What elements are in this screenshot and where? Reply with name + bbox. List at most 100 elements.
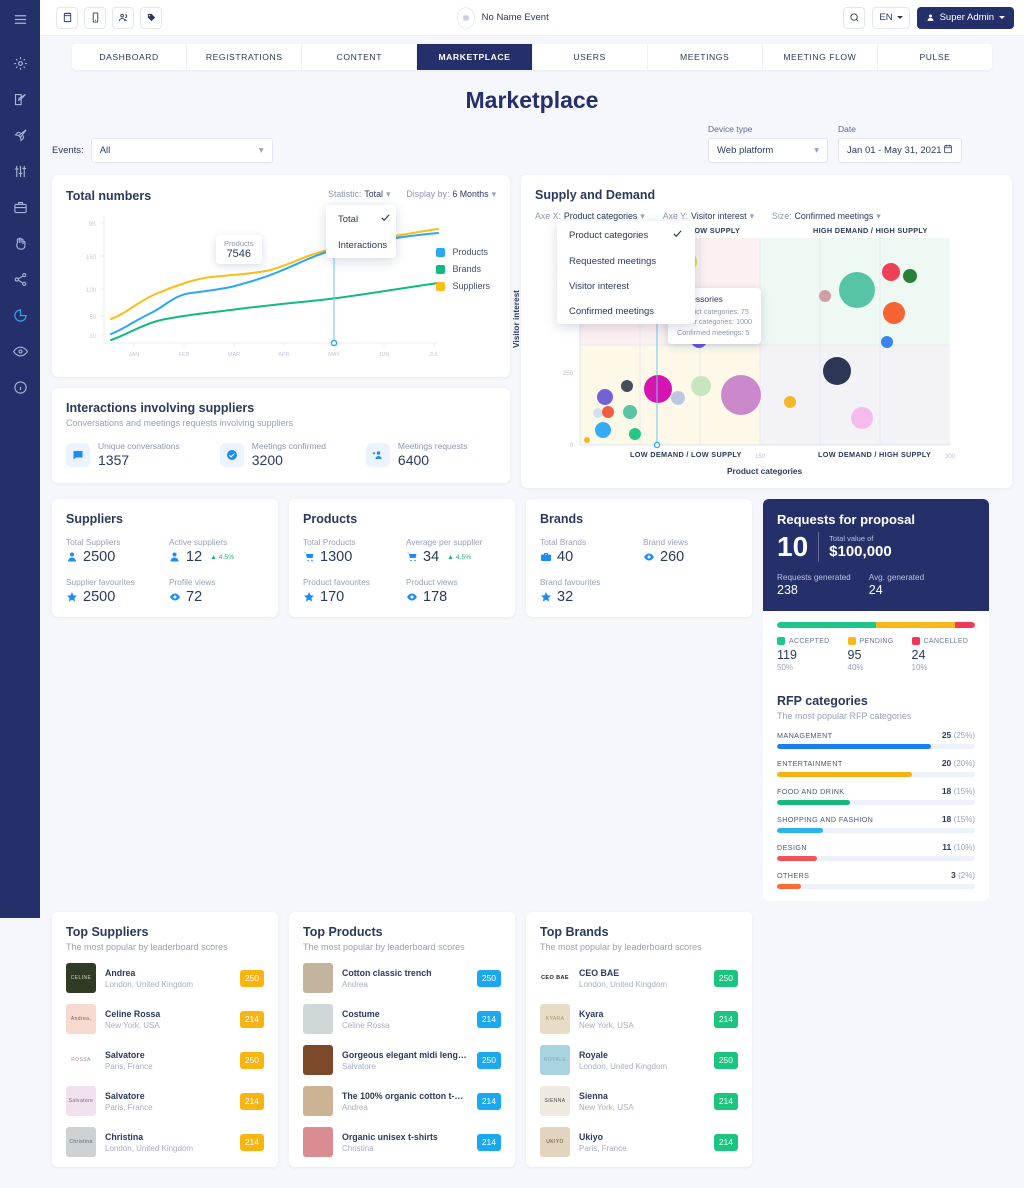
edit-icon[interactable] xyxy=(9,88,31,110)
share-icon[interactable] xyxy=(9,268,31,290)
people-icon[interactable] xyxy=(112,6,134,29)
size-select[interactable]: Size: Confirmed meetings ▾ xyxy=(772,211,881,222)
metric-value: 238 xyxy=(777,583,798,597)
brands-card: Brands Total Brands 40 Brand views 260 B… xyxy=(526,499,752,617)
menu-icon[interactable] xyxy=(9,8,31,30)
list-item[interactable]: Gorgeous elegant midi length dressSalvat… xyxy=(303,1045,501,1075)
size-label: Size: xyxy=(771,211,792,221)
category-pct: (25%) xyxy=(953,731,975,740)
axe-x-dropdown[interactable]: Product categories Requested meetings Vi… xyxy=(557,221,695,324)
avatar: Andrea, xyxy=(66,1004,96,1034)
stat-delta: ▲ 4.5% xyxy=(210,553,235,561)
category-pct: (2%) xyxy=(958,871,975,880)
list-item[interactable]: The 100% organic cotton t-shirt Andrea 214 xyxy=(303,1086,501,1116)
info-icon[interactable] xyxy=(9,376,31,398)
dropdown-item-interactions[interactable]: Interactions xyxy=(326,233,396,258)
tab-marketplace[interactable]: MARKETPLACE xyxy=(417,44,533,70)
metric-label: Requests generated xyxy=(777,573,851,582)
avatar xyxy=(303,1127,333,1157)
rocket-icon[interactable] xyxy=(9,124,31,146)
events-select[interactable]: All ▾ xyxy=(90,138,273,163)
star-icon xyxy=(66,591,78,603)
list-item[interactable]: KYARA Kyara New York, USA 214 xyxy=(540,1004,738,1034)
list-item[interactable]: Costume Celine Rossa 214 xyxy=(303,1004,501,1034)
display-by-select[interactable]: Display by: 6 Months ▾ xyxy=(406,189,496,200)
tab-meeting-flow[interactable]: MEETING FLOW xyxy=(763,44,878,70)
check-circle-icon xyxy=(219,442,244,467)
list-item[interactable]: SIENNA Sienna New York, USA 214 xyxy=(540,1086,738,1116)
legend-label: Brands xyxy=(452,264,481,274)
person-icon xyxy=(66,551,78,563)
dropdown-item-product-categories[interactable]: Product categories xyxy=(557,221,695,249)
item-name: Costume xyxy=(342,1008,380,1019)
calendar-icon[interactable] xyxy=(56,6,78,29)
list-item[interactable]: Christina Christina London, United Kingdom… xyxy=(66,1127,264,1157)
category-bar xyxy=(777,800,851,805)
device-select[interactable]: Web platform ▾ xyxy=(708,138,828,163)
products-title: Products xyxy=(303,512,358,526)
date-filter: Date Jan 01 - May 31, 2021 xyxy=(838,124,962,163)
chevron-down-icon: ▾ xyxy=(876,211,881,221)
item-name: Sienna xyxy=(579,1090,608,1101)
check-icon xyxy=(672,228,683,242)
gear-icon[interactable] xyxy=(9,52,31,74)
dropdown-item-total[interactable]: Total xyxy=(326,205,396,233)
hand-icon[interactable] xyxy=(9,232,31,254)
event-selector[interactable]: No Name Event xyxy=(162,6,843,29)
tab-content[interactable]: CONTENT xyxy=(302,44,418,70)
item-location: Salvatore xyxy=(342,1061,376,1071)
avatar: UKIYO xyxy=(540,1127,570,1157)
top-products-title: Top Products xyxy=(303,925,383,939)
list-item[interactable]: Cotton classic trench Andrea 250 xyxy=(303,963,501,993)
supply-demand-card: Supply and Demand Axe X: Product categori… xyxy=(511,175,1012,488)
dropdown-label: Requested meetings xyxy=(569,256,657,267)
svg-text:MAY: MAY xyxy=(328,352,340,358)
tab-registrations[interactable]: REGISTRATIONS xyxy=(187,44,303,70)
chevron-down-icon: ▾ xyxy=(258,145,264,156)
list-item[interactable]: Organic unisex t-shirts Christina 214 xyxy=(303,1127,501,1157)
list-item[interactable]: CELINE Andrea London, United Kingdom 250 xyxy=(66,963,264,993)
language-selector[interactable]: EN xyxy=(872,6,910,29)
category-name: OTHERS xyxy=(777,871,810,880)
statistic-label: Statistic: xyxy=(328,189,362,199)
tab-meetings[interactable]: MEETINGS xyxy=(648,44,763,70)
tab-users[interactable]: USERS xyxy=(533,44,648,70)
item-location: Andrea xyxy=(342,979,368,989)
pie-icon[interactable] xyxy=(9,304,31,326)
suppliers-card: Suppliers Total Suppliers 2500 Active su… xyxy=(52,499,278,617)
search-icon[interactable] xyxy=(843,6,866,29)
stat-value: 32 xyxy=(557,589,574,605)
statistic-dropdown[interactable]: Total Interactions xyxy=(326,205,396,258)
eye-icon[interactable] xyxy=(9,340,31,362)
date-select[interactable]: Jan 01 - May 31, 2021 xyxy=(838,138,962,163)
list-item[interactable]: Andrea, Celine Rossa New York, USA 214 xyxy=(66,1004,264,1034)
item-location: Paris, France xyxy=(105,1102,153,1112)
list-item[interactable]: Salvatore Salvatore Paris, France 214 xyxy=(66,1086,264,1116)
item-name: Royale xyxy=(579,1049,608,1060)
list-item[interactable]: ROSSA Salvatore Paris, France 250 xyxy=(66,1045,264,1075)
stat-profile-views: Profile views 72 xyxy=(169,577,264,605)
list-item[interactable]: CEO BAE CEO BAE London, United Kingdom 250 xyxy=(540,963,738,993)
status-badge: 214 xyxy=(713,1010,738,1028)
dropdown-item-visitor-interest[interactable]: Visitor interest xyxy=(557,274,695,299)
tab-pulse[interactable]: PULSE xyxy=(878,44,992,70)
line-chart: 9K 150 100 50 10 JAN FEB MAR APR MAY JUN… xyxy=(66,209,496,369)
status-value: 24 xyxy=(911,648,926,662)
avatar: CEO BAE xyxy=(540,963,570,993)
user-menu[interactable]: Super Admin xyxy=(916,6,1014,29)
briefcase-icon[interactable] xyxy=(9,196,31,218)
category-pct: (15%) xyxy=(953,787,975,796)
tab-dashboard[interactable]: DASHBOARD xyxy=(72,44,188,70)
stat-label: Active suppliers xyxy=(169,537,228,547)
sliders-icon[interactable] xyxy=(9,160,31,182)
mobile-icon[interactable] xyxy=(84,6,106,29)
dropdown-item-requested-meetings[interactable]: Requested meetings xyxy=(557,249,695,274)
dropdown-item-confirmed-meetings[interactable]: Confirmed meetings xyxy=(557,299,695,324)
tag-icon[interactable] xyxy=(140,6,162,29)
total-numbers-header: Total numbers Statistic: Total ▾ Display b… xyxy=(66,189,496,203)
statistic-select[interactable]: Statistic: Total ▾ xyxy=(328,189,390,200)
list-item[interactable]: ROYALE Royale London, United Kingdom 250 xyxy=(540,1045,738,1075)
stat-value: 40 xyxy=(557,549,574,565)
list-item[interactable]: UKIYO Ukiyo Paris, France 214 xyxy=(540,1127,738,1157)
status-cancelled: CANCELLED 24 10% xyxy=(911,637,969,672)
